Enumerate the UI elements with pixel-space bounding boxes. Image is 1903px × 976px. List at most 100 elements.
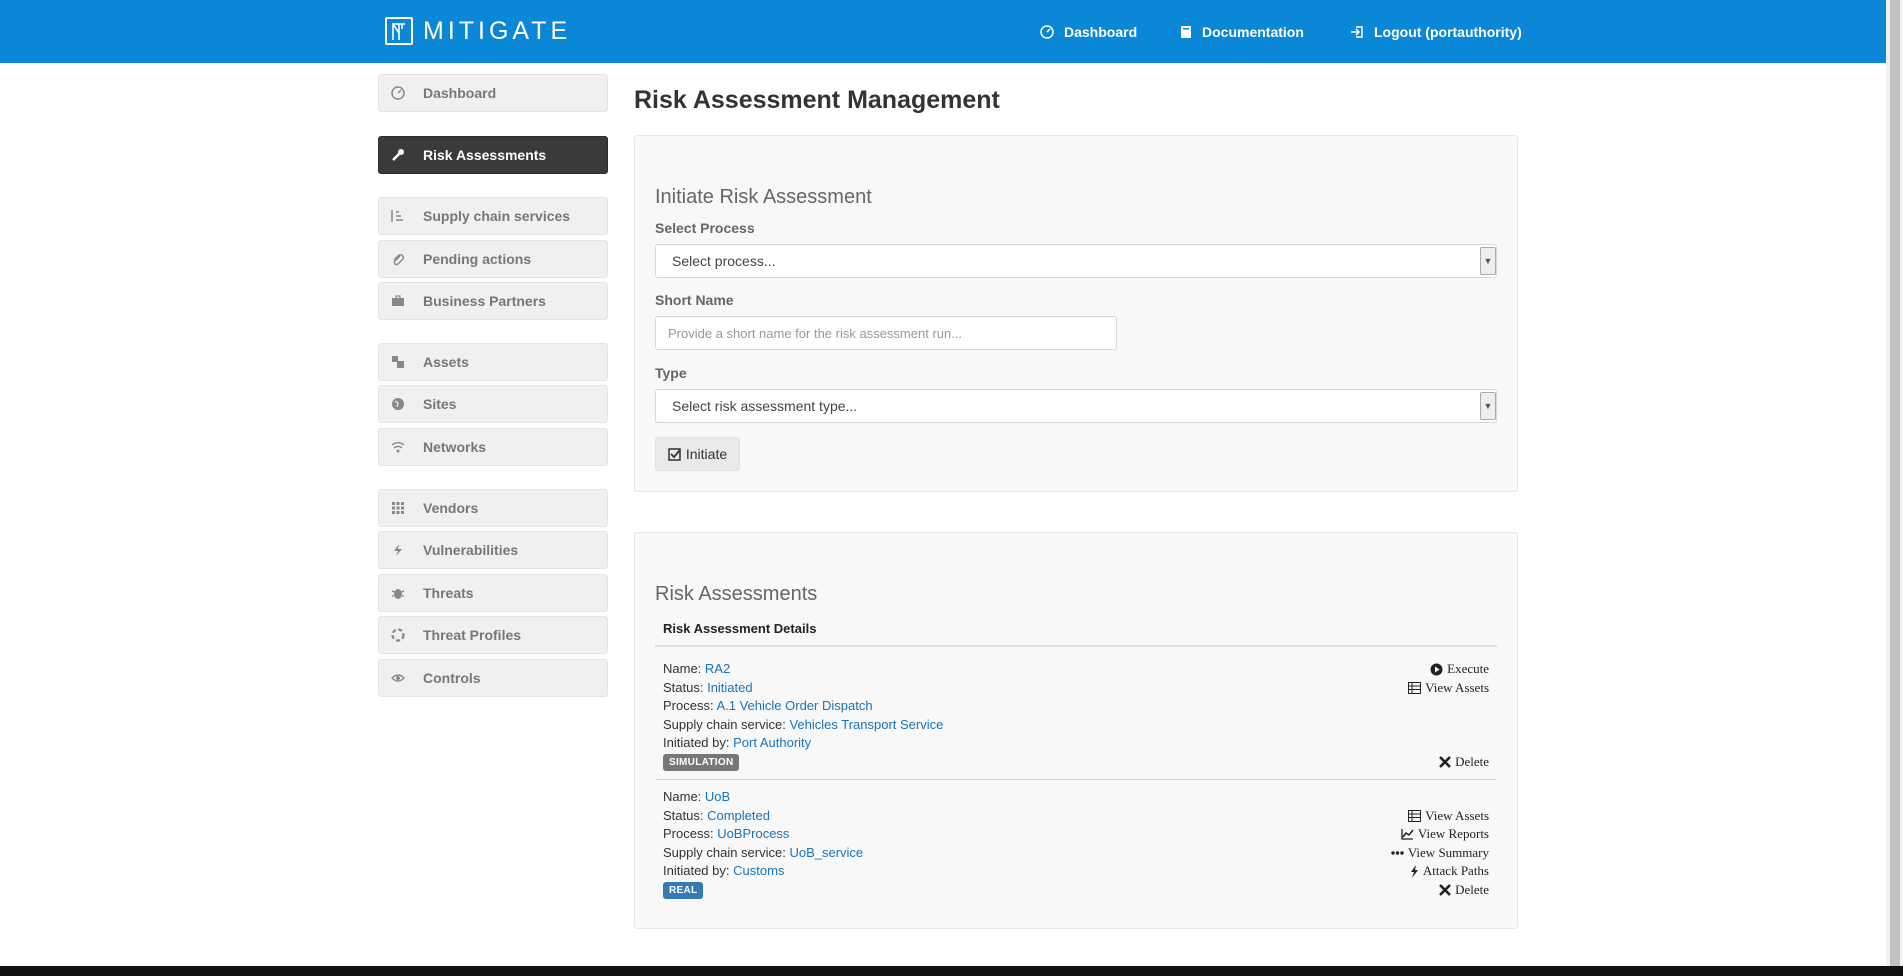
initiate-title: Initiate Risk Assessment — [655, 186, 872, 208]
ra-name-value[interactable]: RA2 — [705, 661, 730, 676]
divider — [655, 779, 1497, 780]
view-summary-button[interactable]: View Summary — [1391, 845, 1489, 861]
sidebar-item-label: Networks — [423, 439, 487, 455]
tasks-icon — [391, 209, 411, 223]
delete-button[interactable]: Delete — [1439, 882, 1489, 898]
sidebar-item-label: Threats — [423, 585, 474, 601]
bolt-icon — [391, 543, 411, 557]
status-badge: SIMULATION — [663, 754, 740, 771]
globe-icon — [391, 397, 411, 411]
checkbox-icon — [668, 447, 681, 461]
type-select[interactable]: Select risk assessment type... ▼ — [655, 389, 1497, 423]
close-icon — [1439, 756, 1451, 768]
sidebar-item-label: Vulnerabilities — [423, 542, 519, 558]
page-title: Risk Assessment Management — [634, 86, 1000, 114]
table-icon — [1408, 810, 1422, 822]
dashboard-circle-icon — [1040, 24, 1054, 39]
initiate-panel: Initiate Risk Assessment Select Process … — [634, 135, 1518, 492]
sidebar-item-label: Business Partners — [423, 293, 546, 309]
taskbar-strip — [0, 966, 1903, 976]
bug-icon — [391, 586, 411, 600]
type-label: Type — [655, 365, 687, 381]
sidebar-item-business-partners[interactable]: Business Partners — [378, 282, 608, 320]
ra-status-row: Status: Completed — [663, 808, 770, 823]
process-select[interactable]: Select process... ▼ — [655, 244, 1497, 278]
briefcase-icon — [391, 294, 411, 308]
chevron-down-icon: ▼ — [1480, 247, 1496, 275]
ra-status-row: Status: Initiated — [663, 680, 753, 695]
sidebar-item-label: Pending actions — [423, 251, 532, 267]
sidebar-item-networks[interactable]: Networks — [378, 428, 608, 466]
ra-process-value[interactable]: A.1 Vehicle Order Dispatch — [716, 698, 872, 713]
sidebar-item-label: Vendors — [423, 500, 479, 516]
process-select-value: Select process... — [672, 253, 776, 269]
sidebar-item-risk-assessments[interactable]: Risk Assessments — [378, 136, 608, 174]
sidebar-item-vulnerabilities[interactable]: Vulnerabilities — [378, 531, 608, 569]
chevron-down-icon: ▼ — [1480, 392, 1496, 420]
ra-initiated-row: Initiated by: Customs — [663, 863, 785, 878]
nav-documentation[interactable]: Documentation — [1180, 0, 1304, 63]
ra-name-value[interactable]: UoB — [705, 789, 730, 804]
sidebar-item-vendors[interactable]: Vendors — [378, 489, 608, 527]
brand-name: MITIGATE — [423, 16, 572, 45]
bolt-icon — [1410, 864, 1419, 878]
view-assets-button[interactable]: View Assets — [1408, 680, 1489, 696]
harbor-crane-icon — [385, 17, 413, 45]
initiate-button[interactable]: Initiate — [655, 437, 740, 471]
ellipsis-icon — [1391, 850, 1404, 856]
paperclip-icon — [391, 252, 411, 266]
sidebar-item-threat-profiles[interactable]: Threat Profiles — [378, 616, 608, 654]
view-reports-button[interactable]: View Reports — [1401, 826, 1489, 842]
wrench-icon — [391, 148, 411, 162]
ra-process-row: Process: A.1 Vehicle Order Dispatch — [663, 698, 873, 713]
attack-paths-button[interactable]: Attack Paths — [1410, 863, 1489, 879]
ra-service-value[interactable]: Vehicles Transport Service — [789, 717, 943, 732]
ra-process-row: Process: UoBProcess — [663, 826, 790, 841]
nav-logout-label: Logout (portauthority) — [1374, 23, 1522, 40]
ra-process-value[interactable]: UoBProcess — [717, 826, 789, 841]
ra-status-value: Initiated — [707, 680, 753, 695]
ra-service-value[interactable]: UoB_service — [789, 845, 863, 860]
view-assets-button[interactable]: View Assets — [1408, 808, 1489, 824]
nav-documentation-label: Documentation — [1202, 23, 1304, 40]
brand[interactable]: MITIGATE — [385, 16, 571, 46]
vertical-scrollbar[interactable] — [1886, 0, 1903, 966]
grid-icon — [391, 501, 411, 515]
ra-initiated-row: Initiated by: Port Authority — [663, 735, 812, 750]
sidebar-item-assets[interactable]: Assets — [378, 343, 608, 381]
ra-name-row: Name: RA2 — [663, 661, 731, 676]
initiate-button-label: Initiate — [685, 446, 728, 462]
shortname-placeholder: Provide a short name for the risk assess… — [668, 325, 963, 341]
sidebar-item-label: Risk Assessments — [423, 147, 547, 163]
sidebar-item-label: Sites — [423, 396, 457, 412]
sidebar-item-label: Dashboard — [423, 85, 497, 101]
sidebar-item-label: Assets — [423, 354, 469, 370]
sidebar-item-pending-actions[interactable]: Pending actions — [378, 240, 608, 278]
status-badge: REAL — [663, 882, 704, 899]
assessments-title: Risk Assessments — [655, 583, 818, 605]
logout-icon — [1350, 25, 1364, 39]
sidebar-item-label: Controls — [423, 670, 481, 686]
sidebar-item-controls[interactable]: Controls — [378, 659, 608, 697]
sidebar-item-label: Threat Profiles — [423, 627, 522, 643]
ra-initiated-value[interactable]: Customs — [733, 863, 784, 878]
scrollbar-thumb[interactable] — [1890, 0, 1900, 966]
nav-dashboard-label: Dashboard — [1064, 23, 1138, 40]
eye-icon — [391, 671, 411, 685]
type-select-value: Select risk assessment type... — [672, 398, 858, 414]
assessments-panel: Risk Assessments Risk Assessment Details… — [634, 532, 1518, 929]
wifi-icon — [391, 440, 411, 454]
sidebar-item-supply-chain-services[interactable]: Supply chain services — [378, 197, 608, 235]
line-chart-icon — [1401, 828, 1414, 840]
sidebar-item-sites[interactable]: Sites — [378, 385, 608, 423]
shortname-input[interactable]: Provide a short name for the risk assess… — [655, 316, 1117, 350]
sidebar-item-dashboard[interactable]: Dashboard — [378, 74, 608, 112]
nav-dashboard[interactable]: Dashboard — [1040, 0, 1137, 63]
nav-logout[interactable]: Logout (portauthority) — [1350, 0, 1522, 63]
delete-button[interactable]: Delete — [1439, 754, 1489, 770]
execute-button[interactable]: Execute — [1430, 661, 1489, 677]
close-icon — [1439, 884, 1451, 896]
ra-initiated-value[interactable]: Port Authority — [733, 735, 811, 750]
lifebuoy-icon — [391, 628, 411, 642]
sidebar-item-threats[interactable]: Threats — [378, 574, 608, 612]
